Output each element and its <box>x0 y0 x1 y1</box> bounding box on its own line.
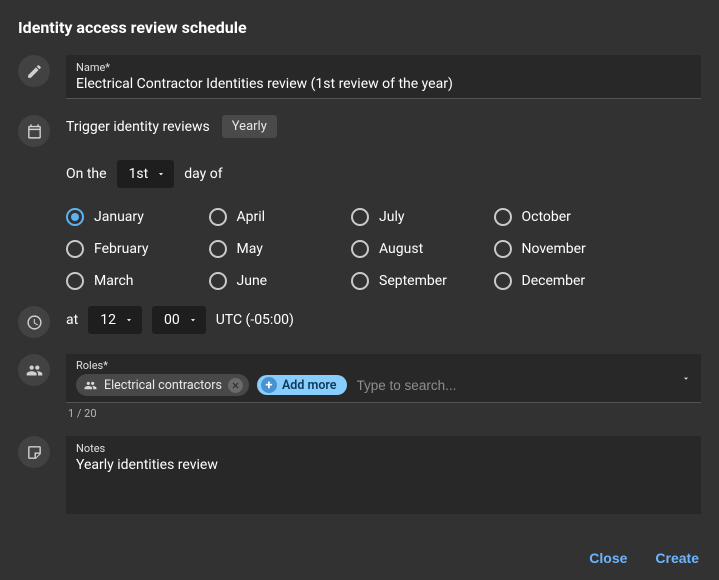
tz-label: UTC (-05:00) <box>216 312 294 328</box>
radio-icon <box>351 208 369 226</box>
month-radio-may[interactable]: May <box>209 240 342 258</box>
minute-value: 00 <box>164 312 180 328</box>
radio-icon <box>66 272 84 290</box>
radio-icon <box>351 240 369 258</box>
roles-label: Roles* <box>76 359 691 372</box>
radio-icon <box>66 208 84 226</box>
radio-icon <box>66 240 84 258</box>
month-label: April <box>237 209 266 225</box>
month-radio-april[interactable]: April <box>209 208 342 226</box>
month-label: September <box>379 273 447 289</box>
trigger-label: Trigger identity reviews <box>66 119 210 135</box>
notes-label: Notes <box>76 442 691 455</box>
add-more-chip[interactable]: + Add more <box>257 375 347 395</box>
radio-icon <box>494 208 512 226</box>
radio-icon <box>494 272 512 290</box>
roles-search-input[interactable] <box>355 377 691 394</box>
hour-value: 12 <box>100 312 116 328</box>
month-label: May <box>237 241 263 257</box>
name-field[interactable]: Name* Electrical Contractor Identities r… <box>66 55 701 99</box>
minute-dropdown[interactable]: 00 <box>152 306 206 334</box>
at-label: at <box>66 312 78 328</box>
month-label: November <box>522 241 586 257</box>
month-radio-july[interactable]: July <box>351 208 484 226</box>
dialog-actions: Close Create <box>589 550 699 566</box>
radio-icon <box>351 272 369 290</box>
month-radio-june[interactable]: June <box>209 272 342 290</box>
notes-field[interactable]: Notes Yearly identities review <box>66 436 701 514</box>
close-button[interactable]: Close <box>589 550 627 566</box>
chevron-down-icon[interactable] <box>681 369 691 388</box>
month-radio-october[interactable]: October <box>494 208 627 226</box>
note-icon <box>18 436 50 468</box>
chevron-down-icon <box>124 315 134 325</box>
month-radio-november[interactable]: November <box>494 240 627 258</box>
month-radio-december[interactable]: December <box>494 272 627 290</box>
month-label: February <box>94 241 148 257</box>
chevron-down-icon <box>156 169 166 179</box>
on-the-label: On the <box>66 166 107 182</box>
month-radio-september[interactable]: September <box>351 272 484 290</box>
roles-counter: 1 / 20 <box>68 407 701 420</box>
month-label: December <box>522 273 586 289</box>
people-icon <box>18 354 50 386</box>
remove-chip-icon[interactable] <box>228 378 243 393</box>
month-label: October <box>522 209 571 225</box>
chevron-down-icon <box>188 315 198 325</box>
month-label: January <box>94 209 144 225</box>
radio-icon <box>209 272 227 290</box>
month-label: July <box>379 209 404 225</box>
month-label: August <box>379 241 423 257</box>
hour-dropdown[interactable]: 12 <box>88 306 142 334</box>
frequency-badge[interactable]: Yearly <box>222 115 277 138</box>
name-label: Name* <box>76 61 691 74</box>
month-radio-february[interactable]: February <box>66 240 199 258</box>
month-label: March <box>94 273 134 289</box>
month-radio-march[interactable]: March <box>66 272 199 290</box>
dialog-title: Identity access review schedule <box>18 18 701 37</box>
calendar-icon <box>18 115 50 147</box>
radio-icon <box>494 240 512 258</box>
radio-icon <box>209 208 227 226</box>
create-button[interactable]: Create <box>655 550 699 566</box>
name-value: Electrical Contractor Identities review … <box>76 76 691 92</box>
month-radio-january[interactable]: January <box>66 208 199 226</box>
people-icon <box>82 377 98 393</box>
notes-value: Yearly identities review <box>76 457 691 473</box>
plus-icon: + <box>261 377 277 393</box>
dialog: Identity access review schedule Name* El… <box>0 0 719 530</box>
radio-icon <box>209 240 227 258</box>
months-group: January April July October February May August… <box>66 208 626 290</box>
roles-field[interactable]: Roles* Electrical contractors + Add more <box>66 354 701 403</box>
day-value: 1st <box>129 166 149 182</box>
month-radio-august[interactable]: August <box>351 240 484 258</box>
role-chip-label: Electrical contractors <box>104 378 222 393</box>
add-more-label: Add more <box>282 378 337 393</box>
month-label: June <box>237 273 268 289</box>
day-dropdown[interactable]: 1st <box>117 160 175 188</box>
edit-icon <box>18 55 50 87</box>
clock-icon <box>18 306 50 338</box>
day-of-label: day of <box>184 166 222 182</box>
role-chip[interactable]: Electrical contractors <box>76 374 249 396</box>
